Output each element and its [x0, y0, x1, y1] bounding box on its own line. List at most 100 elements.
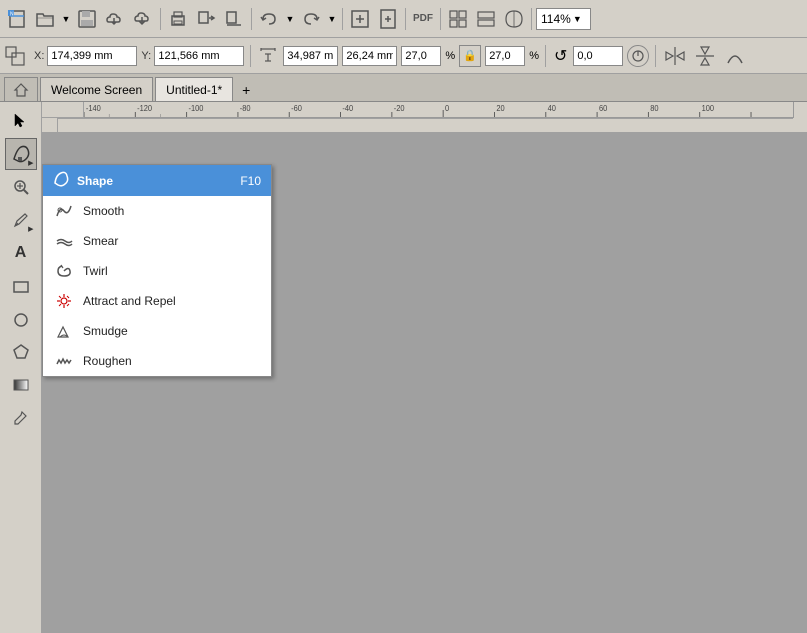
separator-3 [342, 8, 343, 30]
untitled-tab-label: Untitled-1* [166, 83, 222, 97]
roughen-label: Roughen [83, 354, 132, 368]
flip-h-button[interactable] [662, 43, 688, 69]
import-button[interactable] [193, 6, 219, 32]
attract-repel-tool-item[interactable]: Attract and Repel [43, 286, 271, 316]
separator-coords-3 [655, 45, 656, 67]
gradient-tool-button[interactable] [5, 369, 37, 401]
dropdown-header-label: Shape [77, 174, 113, 188]
object-position-icon [4, 45, 26, 67]
smooth-tool-item[interactable]: Smooth [43, 196, 271, 226]
shape-header-icon [53, 171, 69, 190]
transform-button[interactable] [722, 43, 748, 69]
pencil-tool-button[interactable]: ▶ [5, 204, 37, 236]
zoom-dropdown-arrow[interactable]: ▼ [573, 14, 582, 24]
x-input[interactable] [47, 46, 137, 66]
redo-button[interactable] [298, 6, 324, 32]
ruler-corner-right [793, 102, 807, 118]
zoom-fit-page-button[interactable] [375, 6, 401, 32]
horizontal-ruler: -140 -120 -100 -80 -60 -40 -20 0 [84, 102, 793, 118]
scrollbar-corner [793, 118, 807, 132]
rotate-icon: ↺ [554, 46, 567, 66]
view-mode-1-button[interactable] [445, 6, 471, 32]
x-label: X: [34, 50, 44, 62]
home-tab[interactable] [4, 77, 38, 101]
smear-label: Smear [83, 234, 118, 248]
undo-arrow[interactable]: ▼ [284, 6, 296, 32]
dropper-tool-button[interactable] [5, 402, 37, 434]
roughen-icon [53, 352, 75, 370]
circle-tool-button[interactable] [5, 303, 37, 335]
twirl-icon [53, 262, 75, 280]
text-tool-button[interactable]: A [5, 237, 37, 269]
zoom-tool-button[interactable] [5, 171, 37, 203]
smudge-label: Smudge [83, 324, 128, 338]
separator-5 [440, 8, 441, 30]
welcome-screen-tab[interactable]: Welcome Screen [40, 77, 153, 101]
svg-text:N: N [10, 11, 14, 17]
welcome-tab-label: Welcome Screen [51, 83, 142, 97]
pdf-button[interactable]: PDF [410, 6, 436, 32]
y-input[interactable] [154, 46, 244, 66]
svg-text:-80: -80 [240, 104, 251, 113]
untitled-tab[interactable]: Untitled-1* [155, 77, 233, 101]
cloud-download-button[interactable] [130, 6, 156, 32]
tool-arrow-icon: ▶ [28, 159, 33, 167]
open-arrow-button[interactable]: ▼ [60, 6, 72, 32]
pct-label-2: % [529, 50, 539, 62]
smear-tool-item[interactable]: Smear [43, 226, 271, 256]
svg-text:-40: -40 [342, 104, 353, 113]
select-tool-button[interactable] [5, 105, 37, 137]
print-button[interactable] [165, 6, 191, 32]
svg-text:-100: -100 [188, 104, 203, 113]
cloud-save-button[interactable] [102, 6, 128, 32]
lock-ratio-button[interactable]: 🔒 [459, 45, 481, 67]
width-input[interactable] [283, 46, 338, 66]
attract-repel-label: Attract and Repel [83, 294, 176, 308]
zoom-to-fit-button[interactable] [347, 6, 373, 32]
ruler-corner [42, 102, 84, 118]
twirl-tool-item[interactable]: Twirl [43, 256, 271, 286]
toolbox: ▶ ▶ A [0, 102, 42, 633]
dropdown-header[interactable]: Shape F10 [43, 165, 271, 196]
svg-text:100: 100 [702, 104, 714, 113]
new-document-button[interactable]: N [4, 6, 30, 32]
node-tool-button[interactable]: ▶ [5, 138, 37, 170]
roughen-tool-item[interactable]: Roughen [43, 346, 271, 376]
polygon-tool-button[interactable] [5, 336, 37, 368]
rotate-input[interactable] [573, 46, 623, 66]
pencil-arrow-icon: ▶ [28, 225, 33, 233]
reset-rotate-button[interactable] [627, 45, 649, 67]
flip-v-button[interactable] [692, 43, 718, 69]
horizontal-scrollbar[interactable] [58, 118, 793, 132]
rect-tool-button[interactable] [5, 270, 37, 302]
separator-1 [160, 8, 161, 30]
view-mode-3-button[interactable] [501, 6, 527, 32]
smooth-label: Smooth [83, 204, 124, 218]
scrollbar-left-corner [42, 118, 58, 132]
separator-2 [251, 8, 252, 30]
twirl-label: Twirl [83, 264, 108, 278]
scale-group: % [401, 46, 455, 66]
toolbar-top: N ▼ [0, 0, 807, 38]
scale-y-group: % [485, 46, 539, 66]
view-mode-2-button[interactable] [473, 6, 499, 32]
y-label: Y: [141, 50, 151, 62]
add-tab-button[interactable]: + [235, 79, 257, 101]
smudge-tool-item[interactable]: Smudge [43, 316, 271, 346]
svg-text:-120: -120 [137, 104, 152, 113]
zoom-value[interactable]: 114% [541, 12, 571, 26]
smear-icon [53, 232, 75, 250]
scale-y-input[interactable] [485, 46, 525, 66]
smooth-icon [53, 202, 75, 220]
svg-text:80: 80 [650, 104, 658, 113]
separator-coords-2 [545, 45, 546, 67]
export-button[interactable] [221, 6, 247, 32]
undo-button[interactable] [256, 6, 282, 32]
svg-text:20: 20 [496, 104, 504, 113]
save-button[interactable] [74, 6, 100, 32]
redo-arrow[interactable]: ▼ [326, 6, 338, 32]
open-button[interactable] [32, 6, 58, 32]
scale-x-input[interactable] [401, 46, 441, 66]
x-coord-group: X: [34, 46, 137, 66]
height-input[interactable] [342, 46, 397, 66]
